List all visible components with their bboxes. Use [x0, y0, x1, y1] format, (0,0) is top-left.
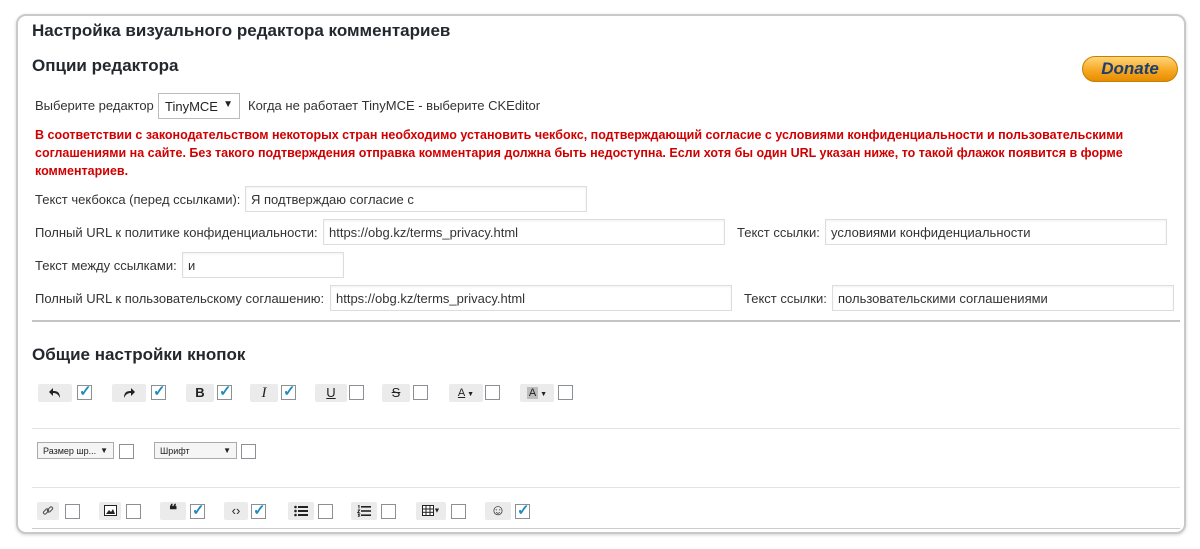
checkmark-icon: ✓	[153, 383, 166, 400]
privacy-link-text-label: Текст ссылки:	[737, 225, 820, 240]
background-color-icon: A	[526, 387, 539, 399]
text-color-checkbox[interactable]	[485, 385, 500, 400]
chevron-down-icon: ▼	[433, 507, 441, 515]
donate-button[interactable]: Donate	[1082, 56, 1178, 82]
chevron-down-icon: ▼	[223, 446, 231, 455]
redo-icon	[112, 386, 146, 400]
checkmark-icon: ✓	[517, 502, 530, 519]
privacy-link-text-field[interactable]: условиями конфиденциальности	[825, 219, 1167, 245]
code-button[interactable]: ‹›	[224, 502, 248, 520]
strikethrough-checkbox[interactable]	[413, 385, 428, 400]
italic-icon: I	[261, 385, 267, 401]
row-divider	[32, 428, 1180, 429]
chevron-down-icon: ▼	[538, 391, 548, 398]
chevron-down-icon: ▼	[465, 391, 475, 398]
blockquote-icon: ❝	[168, 502, 178, 519]
numbered-list-icon	[351, 505, 377, 517]
privacy-url-label: Полный URL к политике конфиденциальности…	[35, 225, 318, 240]
code-icon: ‹›	[231, 503, 241, 518]
undo-icon	[38, 386, 72, 400]
image-checkbox[interactable]	[126, 504, 141, 519]
buttons-section-title: Общие настройки кнопок	[32, 345, 246, 364]
underline-icon: U	[326, 385, 336, 400]
privacy-warning: В соответствии с законодательством некот…	[35, 128, 1124, 178]
underline-button[interactable]: U	[315, 384, 347, 402]
background-color-checkbox[interactable]	[558, 385, 573, 400]
agreement-link-text-field[interactable]: пользовательскими соглашениями	[832, 285, 1174, 311]
bold-button[interactable]: B	[186, 384, 214, 402]
editor-select[interactable]: TinyMCE ▼	[158, 93, 240, 119]
choose-editor-label: Выберите редактор	[35, 98, 154, 113]
font-size-select[interactable]: Размер шр... ▼	[37, 442, 114, 459]
image-icon	[99, 505, 121, 516]
background-color-button[interactable]: A ▼	[520, 384, 554, 402]
bullet-list-icon	[288, 505, 314, 517]
redo-checkbox[interactable]: ✓	[151, 383, 166, 400]
between-links-label: Текст между ссылками:	[35, 258, 177, 273]
checkmark-icon: ✓	[192, 502, 205, 519]
checkmark-icon: ✓	[79, 383, 92, 400]
numbered-list-button[interactable]	[351, 502, 377, 520]
checkmark-icon: ✓	[283, 383, 296, 400]
agreement-url-field[interactable]: https://obg.kz/terms_privacy.html	[330, 285, 732, 311]
text-color-button[interactable]: A ▼	[449, 384, 483, 402]
checkbox-text-field[interactable]: Я подтверждаю согласие с	[245, 186, 587, 212]
page-title: Настройка визуального редактора коммента…	[32, 21, 451, 40]
row-divider	[32, 487, 1180, 488]
image-button[interactable]	[99, 502, 121, 520]
chevron-down-icon: ▼	[223, 99, 233, 110]
emoticons-button[interactable]: ☺	[485, 502, 511, 520]
underline-checkbox[interactable]	[349, 385, 364, 400]
bottom-divider	[32, 528, 1180, 529]
code-checkbox[interactable]: ✓	[251, 502, 266, 519]
bold-icon: B	[195, 385, 205, 400]
section-divider	[32, 320, 1180, 322]
undo-button[interactable]	[38, 384, 72, 402]
checkmark-icon: ✓	[253, 502, 266, 519]
redo-button[interactable]	[112, 384, 146, 402]
editor-options-title: Опции редактора	[32, 56, 179, 75]
font-family-select[interactable]: Шрифт ▼	[154, 442, 237, 459]
privacy-url-field[interactable]: https://obg.kz/terms_privacy.html	[323, 219, 725, 245]
table-icon	[421, 503, 434, 521]
font-size-checkbox[interactable]	[119, 444, 134, 459]
italic-button[interactable]: I	[250, 384, 278, 402]
link-checkbox[interactable]	[65, 504, 80, 519]
emoticons-checkbox[interactable]: ✓	[515, 502, 530, 519]
checkbox-text-label: Текст чекбокса (перед ссылками):	[35, 192, 241, 207]
agreement-url-label: Полный URL к пользовательскому соглашени…	[35, 291, 325, 306]
strikethrough-icon: S	[391, 385, 401, 400]
strikethrough-button[interactable]: S	[382, 384, 410, 402]
link-button[interactable]	[37, 502, 59, 520]
emoticons-icon: ☺	[490, 502, 506, 519]
between-links-field[interactable]: и	[182, 252, 344, 278]
table-button[interactable]: ▼	[416, 502, 446, 520]
bold-checkbox[interactable]: ✓	[217, 383, 232, 400]
table-checkbox[interactable]	[451, 504, 466, 519]
blockquote-checkbox[interactable]: ✓	[190, 502, 205, 519]
editor-hint: Когда не работает TinyMCE - выберите CKE…	[248, 98, 541, 113]
bullet-list-button[interactable]	[288, 502, 314, 520]
italic-checkbox[interactable]: ✓	[281, 383, 296, 400]
editor-select-value: TinyMCE	[165, 99, 218, 114]
settings-panel: Настройка визуального редактора коммента…	[16, 14, 1186, 534]
bullet-list-checkbox[interactable]	[318, 504, 333, 519]
chevron-down-icon: ▼	[100, 446, 108, 455]
numbered-list-checkbox[interactable]	[381, 504, 396, 519]
font-family-select-label: Шрифт	[160, 446, 190, 456]
undo-checkbox[interactable]: ✓	[77, 383, 92, 400]
font-size-select-label: Размер шр...	[43, 446, 97, 456]
blockquote-button[interactable]: ❝	[160, 502, 186, 520]
agreement-link-text-label: Текст ссылки:	[744, 291, 827, 306]
font-family-checkbox[interactable]	[241, 444, 256, 459]
checkmark-icon: ✓	[219, 383, 232, 400]
link-icon	[37, 505, 59, 517]
